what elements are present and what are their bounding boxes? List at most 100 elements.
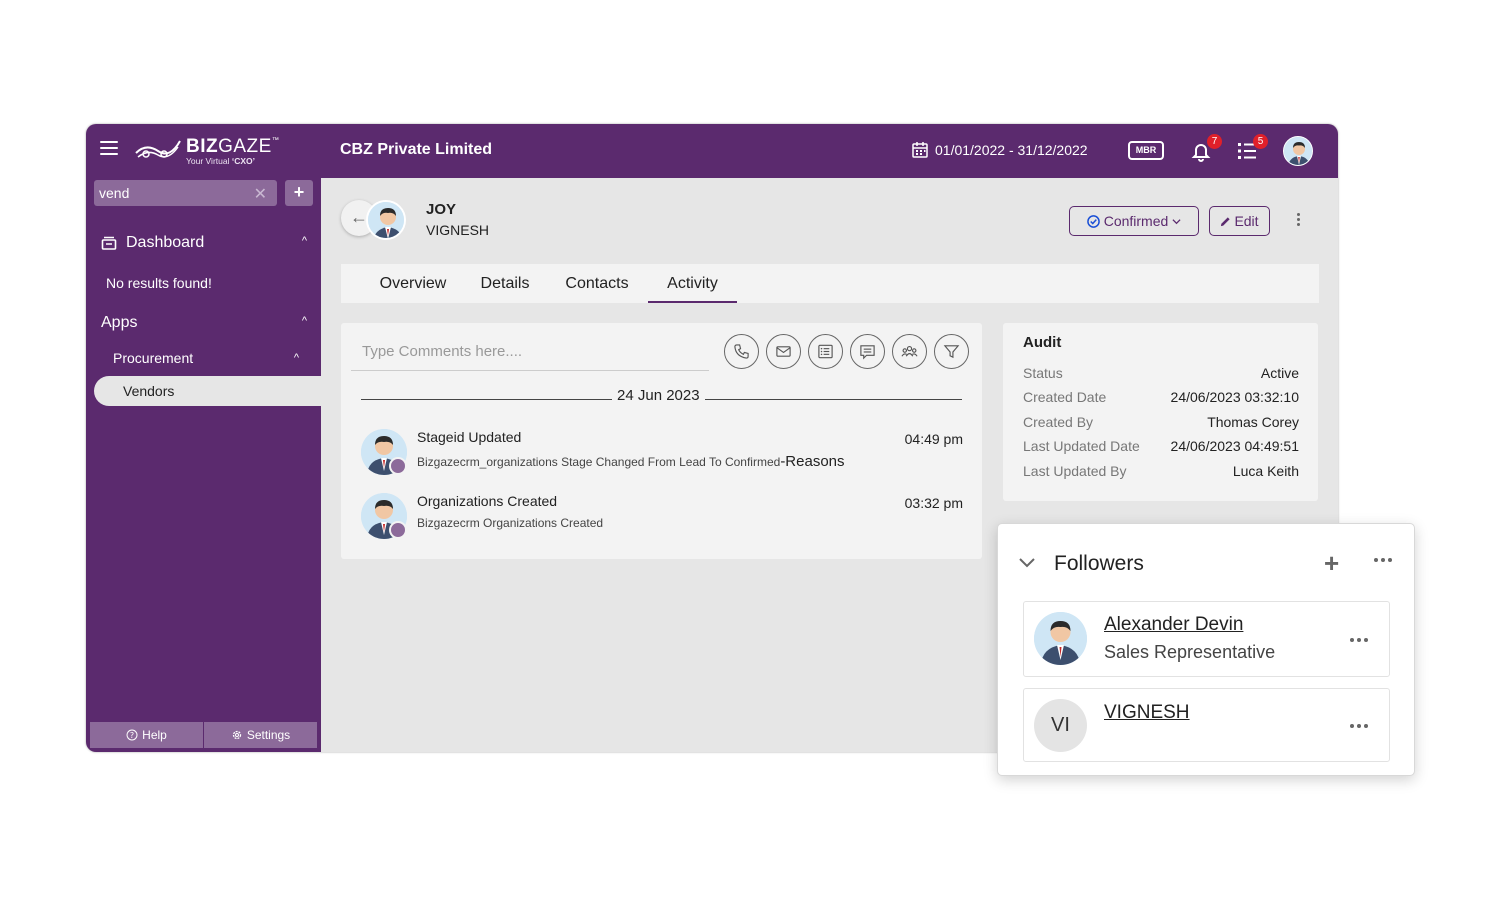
activity-actions: [724, 334, 969, 369]
record-tabs: Overview Details Contacts Activity: [341, 264, 1319, 303]
help-button[interactable]: ? Help: [90, 722, 203, 748]
audit-value: Thomas Corey: [1207, 414, 1299, 430]
sidebar-item-dashboard[interactable]: Dashboard ^: [86, 231, 321, 257]
sidebar-item-apps[interactable]: Apps ^: [86, 311, 321, 337]
list-icon: [818, 344, 833, 359]
activity-entry-description-text: Bizgazecrm_organizations Stage Changed F…: [417, 455, 781, 469]
audit-label: Status: [1023, 365, 1063, 381]
activity-entry-time: 03:32 pm: [904, 495, 963, 511]
dashboard-icon: [101, 236, 117, 250]
status-label: Confirmed: [1103, 213, 1169, 229]
meeting-button[interactable]: [892, 334, 927, 369]
audit-label: Created By: [1023, 414, 1094, 430]
pencil-icon: [1221, 216, 1231, 226]
no-results-text: No results found!: [106, 275, 212, 291]
settings-button[interactable]: Settings: [203, 722, 317, 748]
audit-label: Last Updated Date: [1023, 438, 1140, 454]
follower-more-icon[interactable]: [1350, 722, 1372, 730]
user-avatar-icon: [1284, 137, 1312, 165]
activity-entry-title: Stageid Updated: [417, 429, 522, 445]
note-button[interactable]: [850, 334, 885, 369]
chevron-down-icon[interactable]: [1018, 556, 1036, 570]
audit-value: Luca Keith: [1232, 463, 1299, 479]
activity-entry-time: 04:49 pm: [904, 431, 963, 447]
followers-more-icon[interactable]: [1374, 554, 1396, 566]
record-subname: VIGNESH: [426, 222, 490, 238]
logo-tagline-bold: ‘CXO’: [231, 155, 255, 166]
help-label: Help: [142, 728, 167, 742]
audit-row: Last Updated By Luca Keith: [1023, 463, 1299, 483]
notifications-button[interactable]: 7: [1190, 134, 1222, 162]
email-button[interactable]: [766, 334, 801, 369]
logo-brand: BIZ: [186, 135, 219, 157]
mbr-button[interactable]: MBR: [1128, 141, 1164, 160]
gear-icon: [232, 730, 241, 740]
chevron-down-icon: [1172, 218, 1181, 224]
clear-search-icon[interactable]: ✕: [254, 184, 267, 204]
company-name[interactable]: CBZ Private Limited: [340, 141, 492, 159]
record-avatar-icon: [368, 202, 404, 238]
user-avatar-icon: [1034, 612, 1087, 665]
edit-label: Edit: [1234, 213, 1259, 229]
activity-date-header: 24 Jun 2023: [612, 387, 705, 404]
tab-details[interactable]: Details: [471, 264, 539, 303]
audit-value: 24/06/2023 04:49:51: [1170, 438, 1299, 454]
menu-icon[interactable]: [100, 141, 118, 159]
logo-brand-2: GAZE: [218, 135, 272, 157]
audit-row: Last Updated Date 24/06/2023 04:49:51: [1023, 438, 1299, 458]
record-name: JOY: [426, 201, 457, 218]
add-follower-button[interactable]: +: [1324, 550, 1342, 576]
tasks-button[interactable]: 5: [1236, 134, 1268, 162]
task-count-badge: 5: [1253, 134, 1268, 149]
logo-tagline-prefix: Your Virtual: [186, 155, 232, 166]
activity-entry-description: Bizgazecrm Organizations Created: [417, 516, 604, 530]
follower-avatar: [1034, 612, 1087, 665]
follower-name[interactable]: VIGNESH: [1104, 702, 1190, 724]
activity-entry-reasons: -Reasons: [780, 453, 845, 470]
sidebar-search-input[interactable]: [94, 180, 244, 206]
activity-entry-title: Organizations Created: [417, 493, 558, 509]
edit-button[interactable]: Edit: [1209, 206, 1270, 236]
tab-activity[interactable]: Activity: [648, 264, 737, 303]
chevron-up-icon: ^: [301, 235, 307, 247]
audit-row: Created Date 24/06/2023 03:32:10: [1023, 389, 1299, 409]
sidebar-item-procurement[interactable]: Procurement ^: [113, 350, 313, 366]
tab-contacts[interactable]: Contacts: [553, 264, 641, 303]
notification-count-badge: 7: [1207, 134, 1222, 149]
date-range-picker[interactable]: 01/01/2022 - 31/12/2022: [911, 141, 1088, 159]
bizgaze-logo[interactable]: BIZGAZE™ Your Virtual ‘CXO’: [134, 134, 279, 168]
follower-card[interactable]: VI VIGNESH: [1023, 688, 1390, 762]
settings-label: Settings: [246, 728, 291, 742]
sidebar-footer: ? Help Settings: [90, 722, 317, 748]
status-dropdown[interactable]: Confirmed: [1069, 206, 1199, 236]
user-avatar[interactable]: [1283, 136, 1313, 166]
audit-value: Active: [1260, 365, 1299, 381]
follower-name[interactable]: Alexander Devin: [1104, 614, 1243, 636]
sidebar-search: ✕: [94, 180, 277, 206]
phone-icon: [734, 344, 749, 359]
top-bar: BIZGAZE™ Your Virtual ‘CXO’ CBZ Private …: [86, 124, 1338, 178]
comment-input[interactable]: [351, 333, 709, 371]
audit-panel: Audit Status Active Created Date 24/06/2…: [1003, 323, 1318, 501]
more-options-icon[interactable]: [1294, 213, 1302, 231]
procurement-label: Procurement: [113, 350, 194, 366]
check-circle-icon: [1086, 214, 1100, 228]
audit-label: Created Date: [1023, 389, 1107, 405]
filter-button[interactable]: [934, 334, 969, 369]
sidebar-add-button[interactable]: +: [285, 180, 313, 206]
follower-card[interactable]: Alexander Devin Sales Representative: [1023, 601, 1390, 677]
task-button[interactable]: [808, 334, 843, 369]
sidebar-item-vendors[interactable]: Vendors: [94, 376, 321, 406]
follower-more-icon[interactable]: [1350, 636, 1372, 644]
mail-icon: [776, 346, 791, 357]
gear-icon: [389, 457, 407, 475]
tab-overview[interactable]: Overview: [365, 264, 461, 303]
followers-title: Followers: [1054, 552, 1144, 575]
call-button[interactable]: [724, 334, 759, 369]
filter-icon: [943, 345, 960, 359]
audit-row: Created By Thomas Corey: [1023, 414, 1299, 434]
sidebar: ✕ + Dashboard ^ No results found! Apps ^…: [86, 178, 321, 752]
chevron-up-icon: ^: [293, 352, 299, 364]
activity-panel: 24 Jun 2023 Stageid Updated Bizgazecrm_o…: [341, 323, 982, 559]
meeting-icon: [901, 346, 918, 357]
